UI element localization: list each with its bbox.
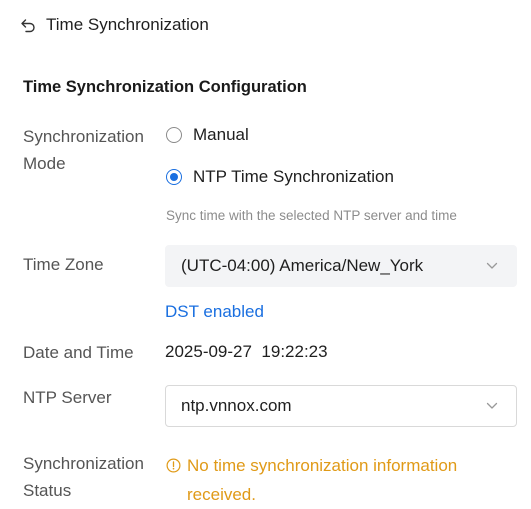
sync-status-label: Synchronization Status — [23, 454, 144, 500]
chevron-down-icon — [486, 402, 498, 409]
radio-ntp-label[interactable]: NTP Time Synchronization — [193, 167, 394, 187]
date-time-label: Date and Time — [23, 343, 134, 362]
radio-manual-indicator[interactable] — [166, 127, 182, 143]
radio-manual[interactable]: Manual — [166, 125, 249, 145]
sync-status-text: No time synchronization information rece… — [187, 456, 458, 504]
radio-ntp-indicator[interactable] — [166, 169, 182, 185]
radio-manual-label[interactable]: Manual — [193, 125, 249, 145]
sync-mode-label: Synchronization Mode — [23, 127, 144, 173]
radio-ntp[interactable]: NTP Time Synchronization — [166, 167, 394, 187]
date-time-value: 2025-09-27 19:22:23 — [165, 342, 328, 361]
page-title: Time Synchronization — [46, 15, 209, 34]
time-zone-select[interactable]: (UTC-04:00) America/New_York — [165, 245, 517, 287]
section-title: Time Synchronization Configuration — [23, 78, 307, 96]
back-arrow-icon[interactable] — [20, 17, 36, 33]
time-zone-label: Time Zone — [23, 255, 104, 274]
sync-status-message: No time synchronization information rece… — [166, 451, 517, 509]
chevron-down-icon — [486, 262, 498, 269]
ntp-server-select[interactable]: ntp.vnnox.com — [165, 385, 517, 427]
info-circle-icon — [166, 458, 181, 473]
dst-enabled-link[interactable]: DST enabled — [165, 302, 264, 322]
back-navigation[interactable]: Time Synchronization — [20, 12, 209, 38]
time-zone-value: (UTC-04:00) America/New_York — [181, 256, 424, 275]
ntp-hint-text: Sync time with the selected NTP server a… — [166, 208, 457, 223]
ntp-server-value: ntp.vnnox.com — [181, 396, 292, 415]
ntp-server-label: NTP Server — [23, 388, 112, 407]
